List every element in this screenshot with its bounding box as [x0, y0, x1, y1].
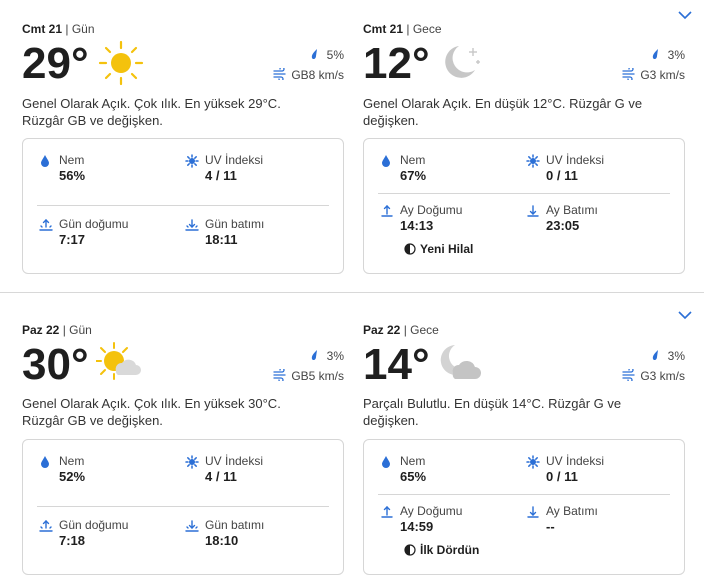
moon-phase: Yeni Hilal [404, 242, 473, 256]
wind-icon [273, 367, 291, 384]
mostly-sunny-icon [95, 341, 142, 387]
date-label: Paz 22 [22, 323, 60, 337]
forecast-description: Parçalı Bulutlu. En düşük 14°C. Rüzgâr G… [363, 396, 622, 428]
sunset-icon [185, 218, 199, 232]
divider [37, 205, 329, 206]
temperature: 14° [363, 340, 430, 389]
period-label: Gece [412, 22, 442, 36]
clear-night-icon [437, 40, 483, 86]
moonset-icon [526, 505, 540, 519]
uv-icon [526, 154, 540, 168]
humidity-icon [39, 154, 53, 168]
night-panel: Cmt 21 | Gece 12° 3% G3 km/s Genel Olara… [363, 0, 693, 290]
sunset-icon [185, 519, 199, 533]
daypart-header: Cmt 21 | Gece [363, 22, 442, 36]
moonrise-icon [380, 505, 394, 519]
date-label: Cmt 21 [363, 22, 404, 36]
wind: G3 km/s [622, 66, 685, 83]
precipitation: 3% [309, 349, 344, 364]
temperature: 30° [22, 340, 89, 389]
moon-phase-icon [404, 544, 416, 556]
temperature: 29° [22, 39, 89, 88]
moon-phase: İlk Dördün [404, 543, 479, 557]
forecast-description: Genel Olarak Açık. En düşük 12°C. Rüzgâr… [363, 96, 643, 128]
details-card: Nem 65% UV İndeksi 0 / 11 Ay Doğumu 14:5… [363, 439, 685, 575]
moonset-icon [526, 204, 540, 218]
forecast-description: Genel Olarak Açık. Çok ılık. En yüksek 3… [22, 396, 281, 428]
daypart-header: Paz 22 | Gece [363, 323, 439, 337]
raindrop-icon [650, 349, 668, 364]
wind-icon [273, 66, 291, 83]
details-card: Nem 52% UV İndeksi 4 / 11 Gün doğumu 7:1… [22, 439, 344, 575]
precipitation: 5% [309, 48, 344, 63]
details-card: Nem 56% UV İndeksi 4 / 11 Gün doğumu 7:1… [22, 138, 344, 274]
period-label: Gece [410, 323, 439, 337]
daypart-header: Paz 22 | Gün [22, 323, 92, 337]
night-panel: Paz 22 | Gece 14° 3% G3 km/s Parçalı Bul… [363, 293, 693, 583]
wind-icon [622, 66, 640, 83]
partly-cloudy-night-icon [437, 341, 483, 387]
daypart-header: Cmt 21 | Gün [22, 22, 95, 36]
details-card: Nem 67% UV İndeksi 0 / 11 Ay Doğumu 14:1… [363, 138, 685, 274]
uv-icon [185, 455, 199, 469]
humidity-icon [39, 455, 53, 469]
temperature: 12° [363, 39, 430, 88]
forecast-description: Genel Olarak Açık. Çok ılık. En yüksek 2… [22, 96, 281, 128]
precipitation: 3% [650, 48, 685, 63]
period-label: Gün [69, 323, 92, 337]
daypart-row: Paz 22 | Gün 30° 3% GB5 km/s Genel Olara… [0, 292, 704, 583]
uv-icon [526, 455, 540, 469]
wind: GB8 km/s [273, 66, 344, 83]
precipitation: 3% [650, 349, 685, 364]
wind: GB5 km/s [273, 367, 344, 384]
daypart-row: Cmt 21 | Gün 29° 5% GB8 km/s Genel Olara… [0, 0, 704, 291]
uv-icon [185, 154, 199, 168]
sunrise-icon [39, 218, 53, 232]
raindrop-icon [650, 48, 668, 63]
moon-phase-icon [404, 243, 416, 255]
raindrop-icon [309, 48, 327, 63]
sunny-icon [98, 40, 144, 86]
humidity-icon [380, 455, 394, 469]
moonrise-icon [380, 204, 394, 218]
wind: G3 km/s [622, 367, 685, 384]
date-label: Cmt 21 [22, 22, 63, 36]
date-label: Paz 22 [363, 323, 401, 337]
divider [378, 193, 670, 194]
day-panel: Paz 22 | Gün 30° 3% GB5 km/s Genel Olara… [22, 293, 352, 583]
sunrise-icon [39, 519, 53, 533]
wind-icon [622, 367, 640, 384]
raindrop-icon [309, 349, 327, 364]
humidity-icon [380, 154, 394, 168]
day-panel: Cmt 21 | Gün 29° 5% GB8 km/s Genel Olara… [22, 0, 352, 290]
divider [378, 494, 670, 495]
period-label: Gün [71, 22, 95, 36]
divider [37, 506, 329, 507]
